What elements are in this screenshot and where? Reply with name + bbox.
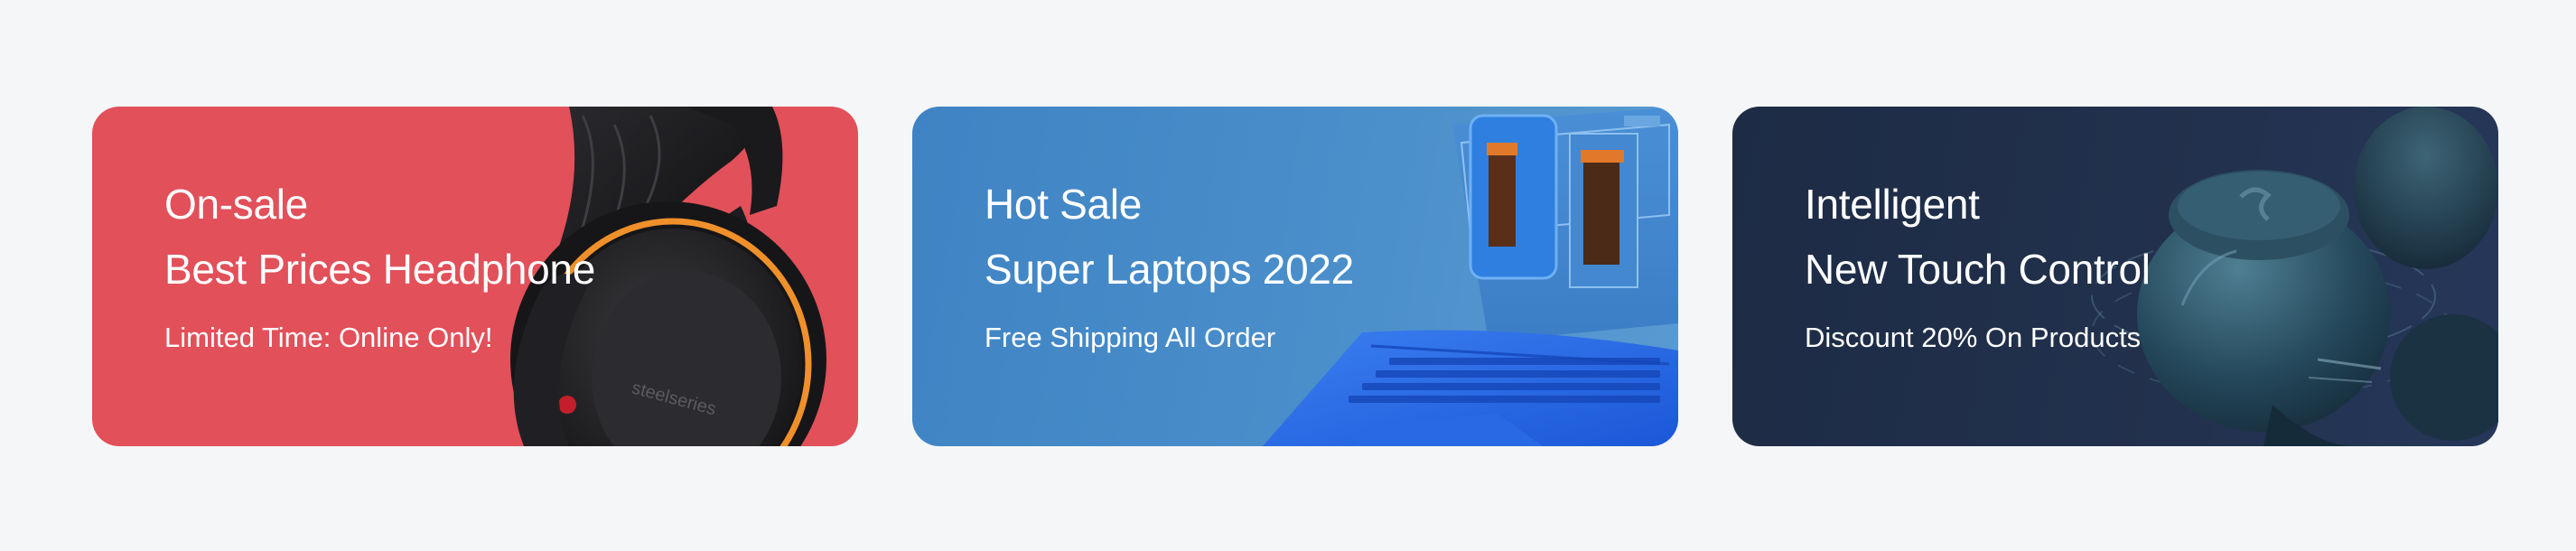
promo-banner-laptop[interactable]: Hot Sale Super Laptops 2022 Free Shippin… — [912, 107, 1678, 446]
banner-text-group: Intelligent New Touch Control Discount 2… — [1805, 172, 2151, 356]
banner-eyebrow: On-sale — [164, 181, 308, 228]
promo-banner-earbuds[interactable]: Intelligent New Touch Control Discount 2… — [1732, 107, 2498, 446]
promo-banner-row: steelseries On-sale Best Prices Headphon… — [92, 107, 2500, 446]
banner-subtitle: Limited Time: Online Only! — [164, 322, 493, 353]
promo-banner-headphone[interactable]: steelseries On-sale Best Prices Headphon… — [92, 107, 858, 446]
banner-title: New Touch Control — [1805, 246, 2151, 293]
banner-eyebrow: Intelligent — [1805, 181, 1980, 228]
banner-text-group: On-sale Best Prices Headphone Limited Ti… — [164, 172, 595, 356]
banner-title: Super Laptops 2022 — [985, 246, 1354, 293]
banner-title: Best Prices Headphone — [164, 246, 595, 293]
banner-subtitle: Free Shipping All Order — [985, 322, 1276, 353]
banner-text-group: Hot Sale Super Laptops 2022 Free Shippin… — [985, 172, 1354, 356]
banner-eyebrow: Hot Sale — [985, 181, 1143, 228]
banner-subtitle: Discount 20% On Products — [1805, 322, 2142, 353]
